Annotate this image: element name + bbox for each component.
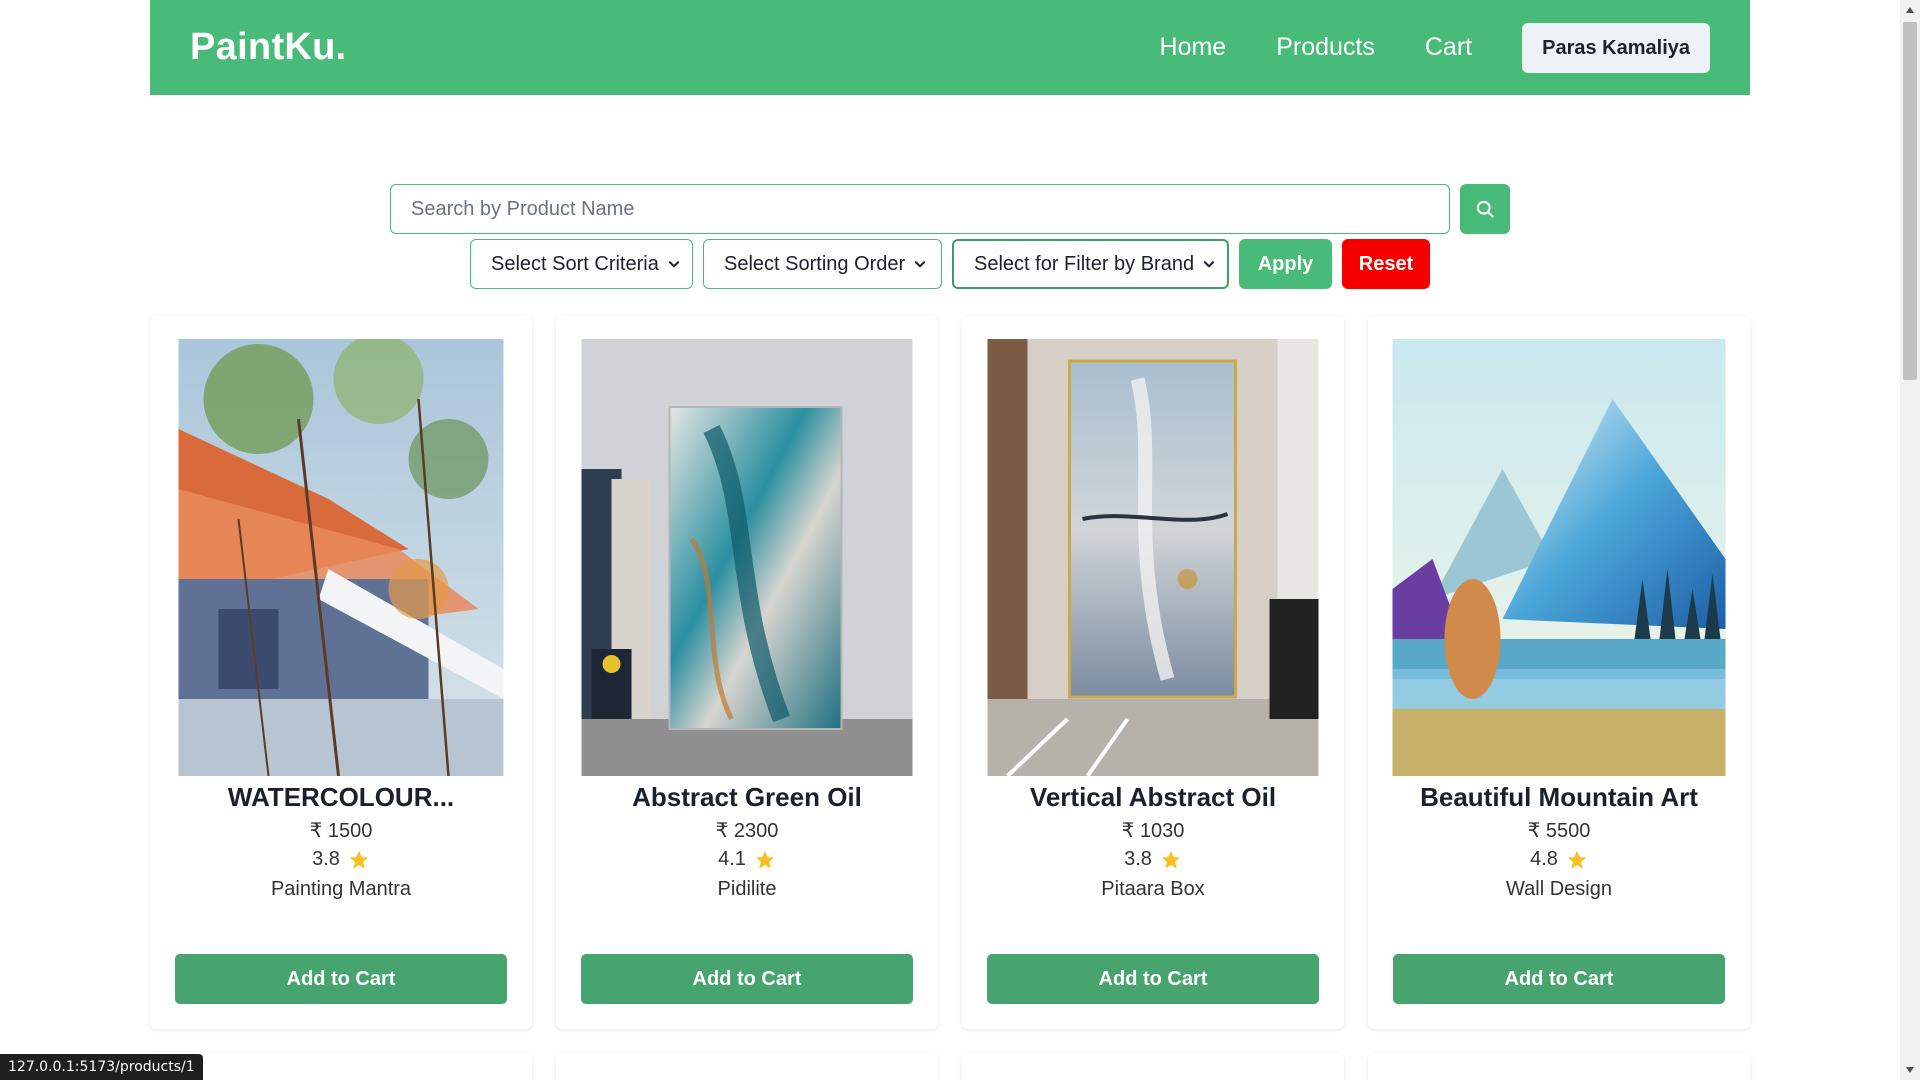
sort-criteria-select[interactable]: Select Sort Criteria [470,239,693,289]
star-icon [1567,850,1587,869]
product-brand: Pidilite [717,878,777,900]
search-input[interactable] [390,184,1450,234]
product-rating: 4.8 [1368,848,1750,871]
scroll-down-arrow-icon[interactable] [1900,1060,1920,1080]
product-grid: WATERCOLOUR... ₹ 1500 3.8 Painting Mantr… [150,316,1750,1029]
rating-value: 3.8 [312,848,340,870]
scroll-up-arrow-icon[interactable] [1900,0,1920,20]
search-icon [1476,200,1494,218]
search-bar [390,184,1510,234]
star-icon [349,850,369,869]
sort-order-select[interactable]: Select Sorting Order [703,239,942,289]
product-title[interactable]: Beautiful Mountain Art [1368,782,1750,813]
product-brand: Painting Mantra [270,878,412,900]
product-image[interactable] [178,339,504,776]
navbar: PaintKu. Home Products Cart Paras Kamali… [150,0,1750,95]
nav-home-link[interactable]: Home [1160,33,1227,62]
brand-logo[interactable]: PaintKu. [190,26,347,69]
rating-value: 4.1 [718,848,746,870]
chevron-down-icon [913,257,927,271]
add-to-cart-button[interactable]: Add to Cart [1393,954,1725,1004]
scrollbar-thumb[interactable] [1903,22,1917,380]
product-title[interactable]: Vertical Abstract Oil [962,782,1344,813]
product-title[interactable]: Abstract Green Oil [556,782,938,813]
search-button[interactable] [1460,184,1510,234]
apply-button[interactable]: Apply [1239,239,1332,289]
product-image[interactable] [581,339,913,776]
product-card[interactable]: Beautiful Mountain Art ₹ 5500 4.8 Wall D… [1368,316,1750,1029]
product-brand: Wall Design [1506,878,1612,900]
product-title[interactable]: WATERCOLOUR... [150,782,532,813]
brand-filter-select[interactable]: Select for Filter by Brand [952,239,1229,289]
sort-order-label: Select Sorting Order [724,252,906,275]
add-to-cart-button[interactable]: Add to Cart [987,954,1319,1004]
rating-value: 4.8 [1530,848,1558,870]
product-card[interactable]: Vertical Abstract Oil ₹ 1030 3.8 Pitaara… [962,316,1344,1029]
page-scrollbar[interactable] [1900,0,1920,1080]
brand-filter-label: Select for Filter by Brand [974,252,1195,275]
product-brand: Pitaara Box [1101,878,1205,900]
product-image[interactable] [987,339,1319,776]
product-card[interactable] [962,1053,1344,1080]
product-grid-next-row [150,1053,1750,1080]
add-to-cart-button[interactable]: Add to Cart [581,954,913,1004]
product-card[interactable]: WATERCOLOUR... ₹ 1500 3.8 Painting Mantr… [150,316,532,1029]
chevron-down-icon [667,257,681,271]
user-button[interactable]: Paras Kamaliya [1522,22,1710,73]
nav-products-link[interactable]: Products [1276,33,1375,62]
product-rating: 4.1 [556,848,938,871]
chevron-down-icon [1202,257,1216,271]
star-icon [755,850,775,869]
product-card[interactable] [556,1053,938,1080]
nav-cart-link[interactable]: Cart [1425,33,1472,62]
star-icon [1161,850,1181,869]
product-rating: 3.8 [150,848,532,871]
product-price: ₹ 1500 [309,820,373,842]
status-url-preview: 127.0.0.1:5173/products/1 [0,1054,203,1080]
product-card[interactable] [150,1053,532,1080]
product-rating: 3.8 [962,848,1344,871]
sort-criteria-label: Select Sort Criteria [491,252,659,275]
product-card[interactable]: Abstract Green Oil ₹ 2300 4.1 Pidilite A… [556,316,938,1029]
product-image[interactable] [1392,339,1726,776]
product-card[interactable] [1368,1053,1750,1080]
product-price: ₹ 2300 [715,820,779,842]
rating-value: 3.8 [1124,848,1152,870]
add-to-cart-button[interactable]: Add to Cart [175,954,507,1004]
nav-links: Home Products Cart Paras Kamaliya [1160,22,1710,73]
filter-bar: Select Sort Criteria Select Sorting Orde… [470,239,1430,289]
product-price: ₹ 5500 [1527,820,1591,842]
reset-button[interactable]: Reset [1342,239,1430,289]
product-price: ₹ 1030 [1121,820,1185,842]
